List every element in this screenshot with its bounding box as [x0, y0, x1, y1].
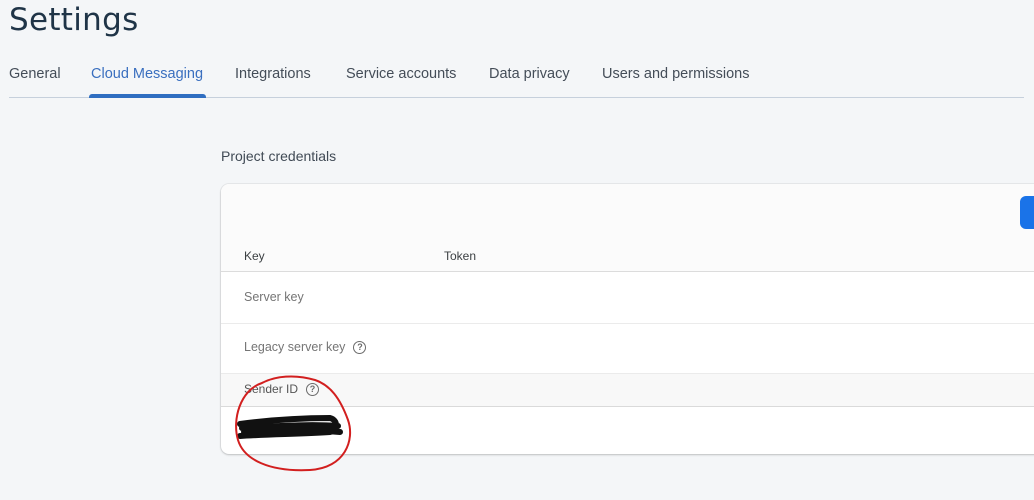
tab-data-privacy[interactable]: Data privacy — [489, 66, 570, 82]
help-circle-icon[interactable]: ? — [306, 382, 320, 396]
tab-integrations[interactable]: Integrations — [235, 66, 311, 82]
card-toolbar — [221, 184, 1034, 271]
sender-id-label: Sender ID — [244, 382, 299, 396]
settings-tabs: General Cloud Messaging Integrations Ser… — [9, 60, 1024, 98]
sender-id-label-wrapper: Sender ID ? — [244, 382, 320, 396]
active-tab-indicator — [89, 94, 206, 98]
table-row: Legacy server key ? — [221, 324, 1034, 374]
tab-cloud-messaging[interactable]: Cloud Messaging — [91, 66, 203, 82]
page-title: Settings — [9, 2, 139, 38]
section-title: Project credentials — [221, 148, 337, 164]
help-circle-icon[interactable]: ? — [353, 340, 367, 354]
row-key-label-wrapper: Legacy server key ? — [244, 340, 367, 354]
column-header-key: Key — [244, 249, 265, 263]
row-key-label: Server key — [244, 290, 304, 304]
credentials-card: Key Token Server key Legacy server key ?… — [221, 184, 1034, 454]
column-header-token: Token — [444, 249, 477, 263]
tab-service-accounts[interactable]: Service accounts — [346, 66, 456, 82]
tab-users-and-permissions[interactable]: Users and permissions — [602, 66, 749, 82]
table-row: Server key — [221, 272, 1034, 324]
sender-id-header: Sender ID ? — [221, 374, 1034, 407]
sender-id-value-row — [221, 407, 1034, 454]
row-key-label: Legacy server key — [244, 340, 346, 354]
card-action-button[interactable] — [1020, 196, 1034, 229]
tab-general[interactable]: General — [9, 66, 61, 82]
